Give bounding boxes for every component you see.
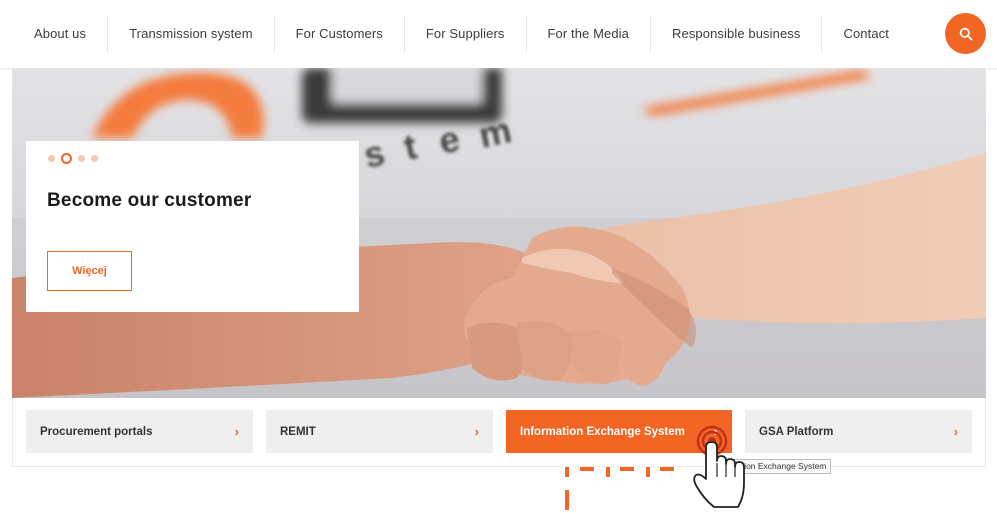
nav-item-for-the-media[interactable]: For the Media bbox=[527, 16, 652, 52]
nav-item-transmission-system[interactable]: Transmission system bbox=[108, 16, 275, 52]
slider-dots bbox=[48, 153, 98, 164]
chevron-right-icon: › bbox=[953, 424, 958, 439]
hero-banner: s t e m Become our customer Więcej bbox=[12, 68, 986, 398]
hero-title: Become our customer bbox=[47, 190, 252, 211]
dashed-guide-lines bbox=[565, 467, 674, 510]
search-icon bbox=[959, 27, 973, 41]
search-button[interactable] bbox=[945, 13, 986, 54]
tile-label: Procurement portals bbox=[40, 425, 153, 438]
tile-procurement-portals[interactable]: Procurement portals › bbox=[26, 410, 253, 453]
hand-pointer-cursor-icon bbox=[693, 425, 745, 508]
nav-item-for-suppliers[interactable]: For Suppliers bbox=[405, 16, 527, 52]
nav-item-contact[interactable]: Contact bbox=[822, 16, 910, 52]
top-navigation-bar: About us Transmission system For Custome… bbox=[0, 0, 997, 68]
hero-card: Become our customer Więcej bbox=[26, 141, 359, 312]
tile-label: Information Exchange System bbox=[520, 425, 685, 438]
slider-dot-4[interactable] bbox=[91, 155, 98, 162]
more-button[interactable]: Więcej bbox=[47, 251, 132, 291]
chevron-right-icon: › bbox=[474, 424, 479, 439]
main-nav: About us Transmission system For Custome… bbox=[14, 16, 910, 52]
slider-dot-3[interactable] bbox=[78, 155, 85, 162]
tile-label: REMIT bbox=[280, 425, 316, 438]
tile-gsa-platform[interactable]: GSA Platform › bbox=[745, 410, 972, 453]
slider-dot-2-active[interactable] bbox=[61, 153, 72, 164]
nav-item-responsible-business[interactable]: Responsible business bbox=[651, 16, 823, 52]
slider-dot-1[interactable] bbox=[48, 155, 55, 162]
tile-remit[interactable]: REMIT › bbox=[266, 410, 493, 453]
chevron-right-icon: › bbox=[234, 424, 239, 439]
nav-item-about-us[interactable]: About us bbox=[14, 16, 109, 52]
tile-label: GSA Platform bbox=[759, 425, 834, 438]
nav-item-for-customers[interactable]: For Customers bbox=[275, 16, 405, 52]
